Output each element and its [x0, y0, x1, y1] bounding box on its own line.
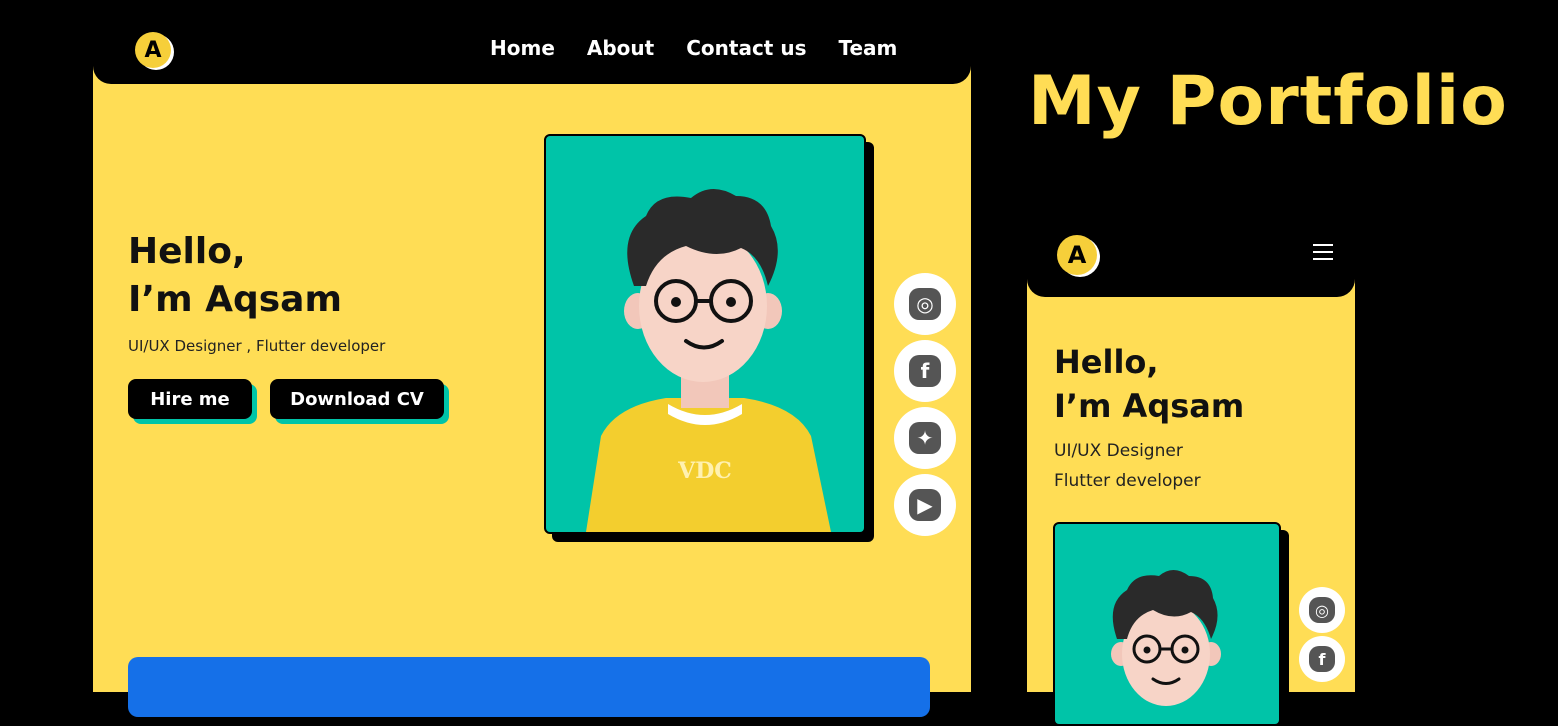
mobile-avatar-svg	[1111, 570, 1221, 706]
mobile-facebook-icon[interactable]: f	[1299, 636, 1345, 682]
mobile-greeting-line-2: I’m Aqsam	[1054, 387, 1245, 425]
blue-section-banner	[128, 657, 930, 717]
youtube-icon[interactable]: ▶	[894, 474, 956, 536]
nav-contact-link[interactable]: Contact us	[686, 36, 806, 60]
download-cv-button[interactable]: Download CV	[270, 379, 444, 419]
logo-icon[interactable]: A	[135, 32, 171, 68]
hero-greeting: Hello, I’m Aqsam	[128, 228, 342, 324]
nav-about-link[interactable]: About	[587, 36, 654, 60]
mobile-logo-icon[interactable]: A	[1057, 235, 1097, 275]
avatar-svg: VDC	[586, 188, 831, 532]
mobile-role-line-1: UI/UX Designer	[1054, 441, 1183, 461]
instagram-icon[interactable]: ◎	[894, 273, 956, 335]
mobile-hero-greeting: Hello, I’m Aqsam	[1054, 340, 1244, 428]
greeting-line-1: Hello,	[128, 231, 246, 272]
nav-team-link[interactable]: Team	[838, 36, 897, 60]
greeting-line-2: I’m Aqsam	[128, 279, 342, 320]
nav-home-link[interactable]: Home	[490, 36, 555, 60]
desktop-nav-links: Home About Contact us Team	[490, 36, 897, 60]
mobile-hero-role: UI/UX Designer Flutter developer	[1054, 436, 1201, 496]
facebook-icon[interactable]: f	[894, 340, 956, 402]
mobile-role-line-2: Flutter developer	[1054, 471, 1201, 491]
shirt-text: VDC	[677, 458, 732, 484]
twitter-icon[interactable]: ✦	[894, 407, 956, 469]
hire-me-button[interactable]: Hire me	[128, 379, 252, 419]
mobile-avatar-illustration	[1053, 522, 1281, 726]
mobile-instagram-icon[interactable]: ◎	[1299, 587, 1345, 633]
page-title: My Portfolio	[1028, 62, 1508, 141]
avatar-illustration: VDC	[544, 134, 866, 534]
mobile-greeting-line-1: Hello,	[1054, 343, 1159, 381]
hamburger-menu-icon[interactable]	[1313, 244, 1333, 260]
hero-role: UI/UX Designer , Flutter developer	[128, 337, 386, 355]
